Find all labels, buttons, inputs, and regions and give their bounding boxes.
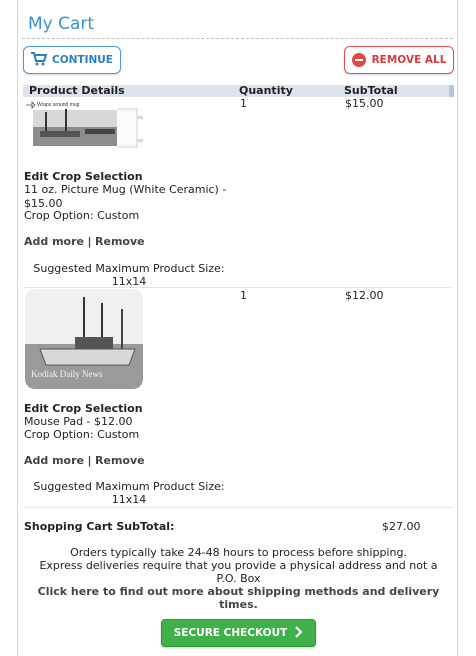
- cart-icon: [31, 51, 48, 69]
- mug-product-image[interactable]: Wraps around mug: [25, 99, 151, 149]
- link-separator: |: [87, 235, 92, 248]
- link-separator: |: [87, 454, 92, 467]
- add-more-link[interactable]: Add more: [24, 454, 84, 467]
- cart-subtotal-label: Shopping Cart SubTotal:: [24, 520, 175, 533]
- item-name: Mouse Pad - $12.00: [24, 415, 133, 428]
- item-name: 11 oz. Picture Mug (White Ceramic) - $15…: [24, 183, 227, 210]
- page-title: My Cart: [28, 14, 95, 34]
- item-quantity: 1: [240, 289, 247, 302]
- mug-caption: Wraps around mug: [37, 102, 80, 108]
- cart-subtotal-value: $27.00: [382, 520, 421, 533]
- remove-all-button[interactable]: REMOVE ALL: [344, 46, 454, 74]
- edit-crop-link[interactable]: Edit Crop Selection: [24, 402, 143, 415]
- header-product-details: Product Details: [29, 84, 125, 97]
- continue-button[interactable]: CONTINUE: [23, 46, 121, 74]
- crop-option: Crop Option: Custom: [24, 428, 140, 441]
- cart-panel: My Cart CONTINUE REMOVE ALL Product Deta…: [17, 0, 458, 656]
- item-subtotal: $12.00: [345, 289, 384, 302]
- crop-option: Crop Option: Custom: [24, 209, 140, 222]
- shipping-info-link[interactable]: Click here to find out more about shippi…: [33, 585, 444, 611]
- continue-label: CONTINUE: [52, 54, 113, 66]
- add-more-link[interactable]: Add more: [24, 235, 84, 248]
- remove-link[interactable]: Remove: [95, 235, 145, 248]
- edit-crop-link[interactable]: Edit Crop Selection: [24, 170, 143, 183]
- mousepad-product-image[interactable]: Kodiak Daily News: [25, 289, 143, 389]
- secure-checkout-button[interactable]: SECURE CHECKOUT: [161, 619, 316, 647]
- header-quantity: Quantity: [239, 84, 293, 97]
- processing-note: Orders typically take 24-48 hours to pro…: [70, 546, 407, 559]
- suggested-size-label: Suggested Maximum Product Size:: [33, 480, 225, 493]
- row-divider: [23, 287, 452, 288]
- pad-watermark: Kodiak Daily News: [31, 369, 103, 379]
- remove-link[interactable]: Remove: [95, 454, 145, 467]
- suggested-size-label: Suggested Maximum Product Size:: [33, 262, 225, 275]
- item-quantity: 1: [240, 97, 247, 110]
- checkout-label: SECURE CHECKOUT: [173, 627, 288, 639]
- item-subtotal: $15.00: [345, 97, 384, 110]
- chevron-right-icon: [295, 625, 303, 641]
- header-subtotal: SubTotal: [344, 84, 398, 97]
- table-header: Product Details Quantity SubTotal: [23, 85, 454, 97]
- remove-all-label: REMOVE ALL: [371, 54, 447, 66]
- title-divider: [22, 38, 453, 39]
- express-note: Express deliveries require that you prov…: [39, 559, 438, 585]
- suggested-size-value: 11x14: [111, 493, 147, 506]
- minus-circle-icon: [351, 53, 366, 67]
- row-divider: [23, 507, 452, 508]
